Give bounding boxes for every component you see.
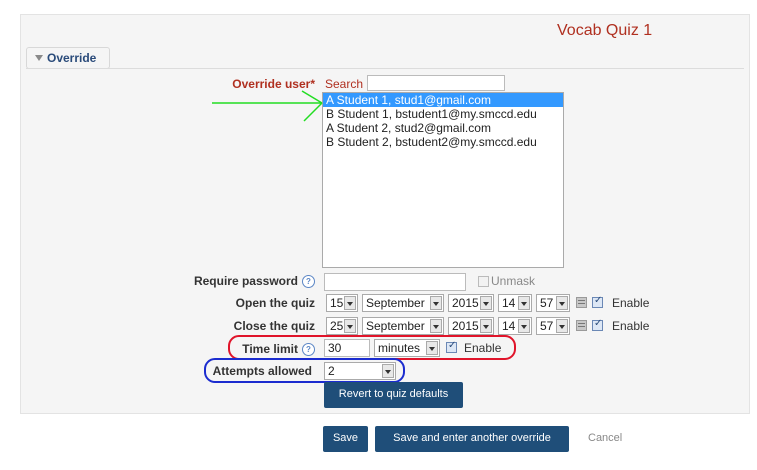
override-section-toggle[interactable]: Override — [26, 47, 110, 69]
dropdown-arrow-icon — [430, 296, 442, 310]
fieldset-divider — [26, 68, 744, 69]
open-month-value: September — [366, 296, 425, 310]
open-minute-select[interactable]: 57 — [536, 294, 570, 312]
search-label: Search — [325, 77, 364, 91]
unmask-checkbox[interactable] — [478, 276, 489, 287]
open-enable-label: Enable — [612, 296, 650, 310]
save-button[interactable]: Save — [323, 426, 368, 452]
revert-defaults-button[interactable]: Revert to quiz defaults — [324, 382, 463, 408]
close-minute-value: 57 — [540, 319, 554, 333]
close-day-select[interactable]: 25 — [326, 317, 358, 335]
open-month-select[interactable]: September — [362, 294, 444, 312]
dropdown-arrow-icon — [480, 296, 492, 310]
open-day-value: 15 — [330, 296, 344, 310]
close-year-select[interactable]: 2015 — [448, 317, 494, 335]
user-option[interactable]: A Student 2, stud2@gmail.com — [323, 121, 563, 135]
override-section-label: Override — [47, 51, 97, 65]
save-another-override-button[interactable]: Save and enter another override — [375, 426, 569, 452]
close-hour-select[interactable]: 14 — [498, 317, 532, 335]
dropdown-arrow-icon — [344, 319, 356, 333]
dropdown-arrow-icon — [518, 296, 530, 310]
cancel-link[interactable]: Cancel — [588, 432, 622, 444]
user-search-input[interactable] — [367, 75, 505, 91]
dropdown-arrow-icon — [344, 296, 356, 310]
open-enable-checkbox[interactable] — [592, 295, 603, 308]
open-day-select[interactable]: 15 — [326, 294, 358, 312]
close-enable-label: Enable — [612, 319, 650, 333]
user-option-selected[interactable]: A Student 1, stud1@gmail.com — [323, 93, 563, 107]
open-hour-select[interactable]: 14 — [498, 294, 532, 312]
close-month-select[interactable]: September — [362, 317, 444, 335]
green-arrow-annotation — [212, 90, 323, 122]
red-highlight-ring — [228, 335, 516, 360]
help-icon[interactable]: ? — [302, 275, 315, 289]
dropdown-arrow-icon — [518, 319, 530, 333]
dropdown-arrow-icon — [556, 319, 568, 333]
calendar-icon[interactable] — [576, 320, 587, 331]
close-minute-select[interactable]: 57 — [536, 317, 570, 335]
password-input[interactable] — [324, 273, 466, 291]
user-select-list[interactable]: A Student 1, stud1@gmail.com B Student 1… — [322, 92, 564, 268]
collapse-triangle-icon — [35, 55, 43, 61]
close-quiz-label: Close the quiz — [233, 319, 315, 333]
quiz-title: Vocab Quiz 1 — [557, 22, 653, 39]
close-enable-checkbox[interactable] — [592, 318, 603, 331]
open-year-select[interactable]: 2015 — [448, 294, 494, 312]
open-minute-value: 57 — [540, 296, 554, 310]
require-password-text: Require password — [193, 274, 298, 288]
open-hour-value: 14 — [502, 296, 516, 310]
calendar-icon[interactable] — [576, 297, 587, 308]
user-option[interactable]: B Student 1, bstudent1@my.smccd.edu — [323, 107, 563, 121]
dropdown-arrow-icon — [556, 296, 568, 310]
close-hour-value: 14 — [502, 319, 516, 333]
unmask-label: Unmask — [491, 274, 536, 288]
close-month-value: September — [366, 319, 425, 333]
dropdown-arrow-icon — [480, 319, 492, 333]
open-quiz-label: Open the quiz — [235, 296, 315, 310]
dropdown-arrow-icon — [430, 319, 442, 333]
blue-highlight-ring — [204, 358, 405, 383]
close-year-value: 2015 — [452, 319, 479, 333]
user-option[interactable]: B Student 2, bstudent2@my.smccd.edu — [323, 135, 563, 149]
close-day-value: 25 — [330, 319, 344, 333]
open-year-value: 2015 — [452, 296, 479, 310]
require-password-label: Require password? — [150, 274, 315, 289]
